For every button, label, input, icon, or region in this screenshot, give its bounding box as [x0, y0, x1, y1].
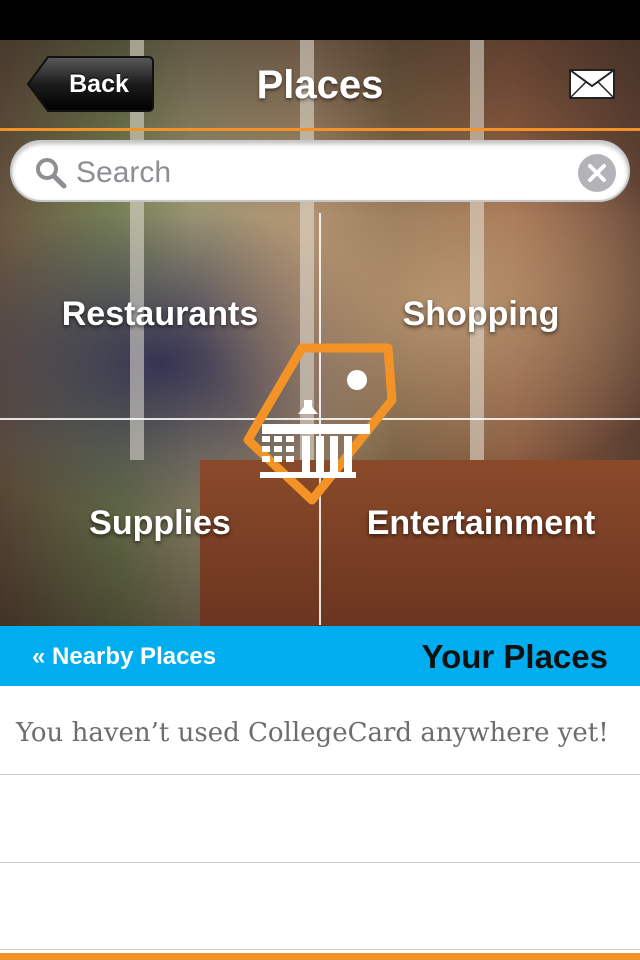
your-places-list: You haven’t used CollegeCard anywhere ye…	[0, 686, 640, 954]
collegecard-logo-icon	[243, 343, 397, 505]
search-input[interactable]	[74, 150, 568, 196]
list-item	[0, 775, 640, 863]
status-bar	[0, 0, 640, 40]
empty-message: You haven’t used CollegeCard anywhere ye…	[16, 718, 609, 748]
back-button[interactable]: Back	[26, 55, 154, 113]
page-title: Places	[256, 63, 384, 107]
bottom-accent-rule	[0, 953, 640, 960]
list-item: You haven’t used CollegeCard anywhere ye…	[0, 686, 640, 775]
mail-button[interactable]	[568, 68, 616, 100]
mail-icon	[569, 69, 615, 99]
places-tab-bar: « Nearby Places Your Places	[0, 626, 640, 686]
tab-your-places[interactable]: Your Places	[422, 626, 608, 686]
search-icon	[36, 158, 67, 189]
clear-icon[interactable]	[578, 154, 616, 192]
category-label: Shopping	[402, 295, 560, 333]
tab-nearby-places[interactable]: « Nearby Places	[32, 626, 216, 686]
search-bar	[10, 140, 630, 202]
back-label: Back	[69, 70, 129, 98]
list-item	[0, 863, 640, 950]
category-label: Restaurants	[61, 295, 259, 333]
